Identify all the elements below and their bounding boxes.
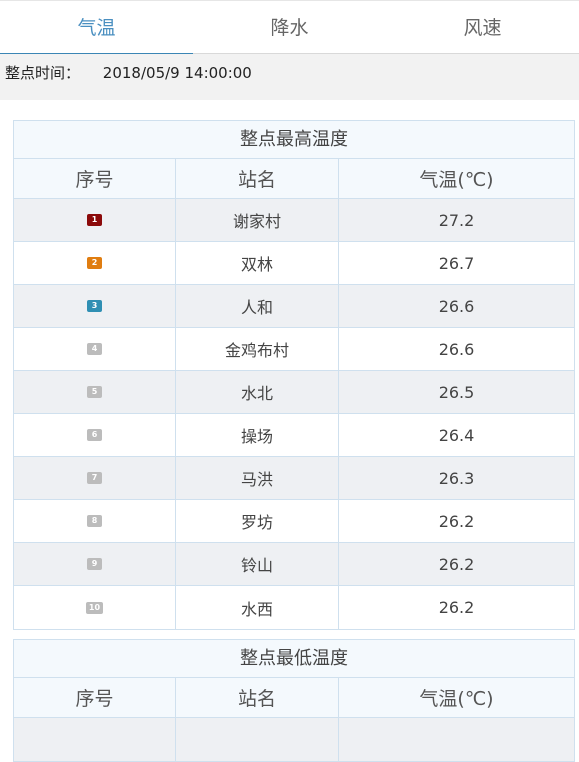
temp-cell: 26.2 [438, 511, 475, 531]
rank-badge: 6 [87, 429, 102, 441]
max-temp-header-row: 序号 站名 气温(℃) [14, 159, 574, 199]
tab-precipitation[interactable]: 降水 [193, 1, 386, 54]
table-row: 7 马洪 26.3 [14, 457, 574, 500]
rank-badge: 1 [87, 214, 102, 226]
station-cell: 人和 [176, 285, 339, 327]
time-label: 整点时间： [5, 64, 81, 82]
table-row: 1 谢家村 27.2 [14, 199, 574, 242]
temp-cell: 26.2 [438, 598, 475, 617]
rank-badge: 5 [87, 386, 102, 398]
temp-cell: 26.3 [438, 468, 475, 488]
station-cell: 操场 [176, 414, 339, 456]
header-station: 站名 [176, 678, 339, 717]
station-cell: 水西 [176, 586, 339, 629]
table-row: 8 罗坊 26.2 [14, 500, 574, 543]
rank-badge: 7 [87, 472, 102, 484]
temp-cell: 26.6 [438, 296, 475, 316]
max-temp-title: 整点最高温度 [14, 121, 574, 159]
max-temp-panel: 整点最高温度 序号 站名 气温(℃) 1 谢家村 27.2 2 双林 26.7 3 人和 26.… [13, 120, 575, 630]
table-row: 9 铃山 26.2 [14, 543, 574, 586]
rank-cell: 3 [14, 285, 176, 327]
station-cell: 罗坊 [176, 500, 339, 542]
min-temp-panel: 整点最低温度 序号 站名 气温(℃) [13, 639, 575, 762]
station-cell: 双林 [176, 242, 339, 284]
station-cell: 金鸡布村 [176, 328, 339, 370]
table-row: 10 水西 26.2 [14, 586, 574, 629]
rank-cell: 9 [14, 543, 176, 585]
min-temp-title: 整点最低温度 [14, 640, 574, 678]
rank-badge: 10 [85, 601, 104, 614]
temp-cell: 26.7 [438, 253, 475, 273]
header-rank: 序号 [14, 678, 176, 717]
temp-cell: 26.2 [438, 554, 475, 574]
rank-badge: 4 [87, 343, 102, 355]
rank-cell: 8 [14, 500, 176, 542]
rank-cell: 5 [14, 371, 176, 413]
rank-cell: 1 [14, 199, 176, 241]
header-temp: 气温(℃) [419, 688, 494, 710]
tab-temperature[interactable]: 气温 [0, 1, 193, 55]
station-cell: 马洪 [176, 457, 339, 499]
table-row: 3 人和 26.6 [14, 285, 574, 328]
rank-cell: 2 [14, 242, 176, 284]
table-row [14, 718, 574, 761]
min-temp-header-row: 序号 站名 气温(℃) [14, 678, 574, 718]
rank-cell: 7 [14, 457, 176, 499]
header-station: 站名 [176, 159, 339, 198]
rank-badge: 8 [87, 515, 102, 527]
rank-badge: 2 [87, 257, 102, 269]
station-cell: 水北 [176, 371, 339, 413]
rank-badge: 9 [87, 558, 102, 570]
tab-bar: 气温 降水 风速 [0, 0, 579, 55]
temp-cell: 26.4 [438, 425, 475, 445]
temp-cell: 27.2 [438, 210, 475, 230]
header-rank: 序号 [14, 159, 176, 198]
time-value: 2018/05/9 14:00:00 [102, 64, 252, 82]
station-cell: 谢家村 [176, 199, 339, 241]
rank-badge: 3 [87, 300, 102, 312]
tab-wind-speed[interactable]: 风速 [386, 1, 579, 54]
temp-cell: 26.5 [438, 382, 475, 402]
table-row: 2 双林 26.7 [14, 242, 574, 285]
max-temp-rows: 1 谢家村 27.2 2 双林 26.7 3 人和 26.6 4 金鸡布村 26.6 5 水北 26.5 6 操… [14, 199, 574, 629]
rank-cell: 4 [14, 328, 176, 370]
rank-cell: 10 [14, 586, 176, 629]
station-cell: 铃山 [176, 543, 339, 585]
table-row: 6 操场 26.4 [14, 414, 574, 457]
time-bar: 整点时间： 2018/05/9 14:00:00 [0, 54, 579, 100]
rank-cell: 6 [14, 414, 176, 456]
temp-cell: 26.6 [438, 339, 475, 359]
table-row: 4 金鸡布村 26.6 [14, 328, 574, 371]
table-row: 5 水北 26.5 [14, 371, 574, 414]
header-temp: 气温(℃) [419, 169, 494, 191]
